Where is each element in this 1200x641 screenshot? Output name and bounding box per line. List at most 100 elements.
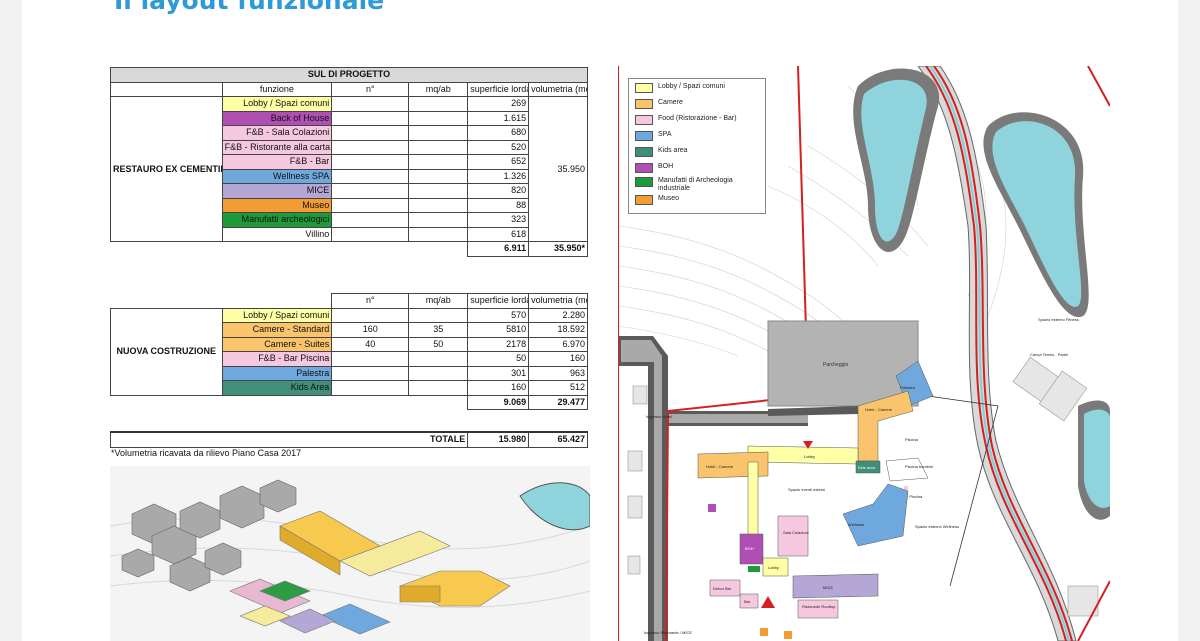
- funzione-cell: F&B - Sala Colazioni: [221, 125, 333, 141]
- n-cell: [331, 351, 410, 367]
- label-boh: BOH: [745, 546, 754, 551]
- funzione-cell: F&B - Bar: [221, 154, 333, 170]
- col-header: funzione: [221, 81, 333, 97]
- legend-label: Kids area: [658, 147, 688, 154]
- label-palestra: Palestra: [900, 385, 915, 390]
- map-legend: Lobby / Spazi comuni Camere Food (Ristoraz…: [628, 78, 766, 214]
- sup-cell: 88: [467, 197, 530, 213]
- col-header: mq/ab: [408, 81, 469, 97]
- funzione-cell: Back of House: [221, 110, 333, 126]
- legend-label: Lobby / Spazi comuni: [658, 83, 725, 90]
- label-spazio-eventi: Spazio eventi esterni: [788, 487, 825, 492]
- label-spazio-fitness: Spazio esterno Fitness: [1038, 317, 1079, 322]
- label-mice: MICE: [823, 585, 833, 590]
- isometric-render: [110, 466, 590, 641]
- funzione-cell: Camere - Standard: [221, 322, 333, 338]
- vol-cell: 6.970: [528, 336, 588, 352]
- group-label: NUOVA COSTRUZIONE: [110, 307, 223, 396]
- label-parcheggio: Parcheggio: [823, 362, 849, 368]
- legend-item: BOH: [635, 163, 758, 173]
- sup-cell: 301: [467, 365, 530, 381]
- n-cell: [331, 365, 410, 381]
- label-piscina-bambini: Piscina bambini: [905, 464, 933, 469]
- sup-cell: 820: [467, 183, 530, 199]
- legend-label: BOH: [658, 163, 674, 170]
- totale-table: TOTALE 15.980 65.427: [109, 431, 588, 448]
- legend-swatch: [635, 163, 653, 173]
- label-hotel-camere-left: Hotel - Camere: [706, 464, 734, 469]
- sup-cell: 1.326: [467, 168, 530, 184]
- label-lobby2: Lobby: [768, 565, 779, 570]
- sup-cell: 570: [467, 307, 530, 323]
- n-cell: [331, 380, 410, 396]
- label-piscina: Piscina: [905, 437, 919, 442]
- vol-cell: 2.280: [528, 307, 588, 323]
- legend-swatch: [635, 131, 653, 141]
- funzione-cell: Manufatti archeologici: [221, 212, 333, 228]
- col-header: n°: [331, 293, 410, 309]
- legend-item: Camere: [635, 99, 758, 109]
- totale-sup: 15.980: [467, 431, 530, 448]
- legend-swatch: [635, 147, 653, 157]
- nuova-costruzione-table: n° mq/ab superficie lorda (mq) volumetri…: [110, 293, 588, 410]
- vol-cell: 512: [528, 380, 588, 396]
- totale-label: TOTALE: [109, 431, 469, 448]
- sup-cell: 5810: [467, 322, 530, 338]
- totale-vol: 65.427: [528, 431, 588, 448]
- label-wellness: Wellness: [848, 522, 864, 527]
- sup-cell: 520: [467, 139, 530, 155]
- legend-label: Camere: [658, 99, 683, 106]
- table-row: RESTAURO EX CEMENTIFICIOLobby / Spazi co…: [110, 96, 588, 242]
- sup-cell: 618: [467, 226, 530, 242]
- funzione-cell: Palestra: [221, 365, 333, 381]
- mqab-cell: 35: [408, 322, 469, 338]
- col-header: volumetria (mc): [528, 81, 588, 97]
- document-page: Il layout funzionale SUL DI PROGETTO fun…: [22, 0, 1178, 641]
- mqab-cell: [408, 380, 469, 396]
- legend-item: SPA: [635, 131, 758, 141]
- col-header: superficie lorda (mq): [467, 81, 530, 97]
- legend-swatch: [635, 115, 653, 125]
- legend-label: Manufatti di Archeologia industriale: [658, 177, 733, 192]
- sup-cell: 1.615: [467, 110, 530, 126]
- sup-cell: 160: [467, 380, 530, 396]
- legend-item: Lobby / Spazi comuni: [635, 83, 758, 93]
- page-title: Il layout funzionale: [114, 0, 385, 15]
- total-sup: 6.911: [467, 241, 530, 257]
- label-lobby: Lobby: [804, 454, 815, 459]
- col-header: superficie lorda (mq): [467, 293, 530, 309]
- sup-cell: 269: [467, 96, 530, 112]
- legend-item: Manufatti di Archeologia industriale: [635, 177, 758, 193]
- sup-cell: 2178: [467, 336, 530, 352]
- n-cell: 160: [331, 322, 410, 338]
- label-bar: Bar: [744, 599, 751, 604]
- funzione-cell: MICE: [221, 183, 333, 199]
- mqab-cell: [408, 365, 469, 381]
- label-ingresso-ristorante: Ingresso Ristorante / MICE: [644, 630, 692, 635]
- funzione-cell: Lobby / Spazi comuni: [221, 307, 333, 323]
- group-label: RESTAURO EX CEMENTIFICIO: [110, 96, 223, 242]
- mqab-cell: 50: [408, 336, 469, 352]
- sup-cell: 50: [467, 351, 530, 367]
- legend-item: Food (Ristorazione - Bar): [635, 115, 758, 125]
- label-kids-area: Kids area: [858, 465, 876, 470]
- footnote: *Volumetria ricavata da rilievo Piano Ca…: [111, 448, 302, 458]
- total-vol: 35.950*: [528, 241, 588, 257]
- legend-swatch: [635, 83, 653, 93]
- legend-swatch: [635, 99, 653, 109]
- label-sala-colazioni: Sala Colazioni: [783, 530, 809, 535]
- total-vol: 29.477: [528, 394, 588, 410]
- legend-label: Food (Ristorazione - Bar): [658, 115, 737, 122]
- funzione-cell: F&B - Bar Piscina: [221, 351, 333, 367]
- volume-cell: 35.950: [528, 96, 588, 242]
- vol-cell: 160: [528, 351, 588, 367]
- vol-cell: 18.592: [528, 322, 588, 338]
- funzione-cell: Museo: [221, 197, 333, 213]
- label-hotel-camere-right: Hotel - Camere: [865, 407, 893, 412]
- legend-label: Museo: [658, 195, 680, 202]
- label-ingresso-hotel: Ingresso Hotel: [646, 414, 672, 419]
- sup-cell: 652: [467, 154, 530, 170]
- funzione-cell: Wellness SPA: [221, 168, 333, 184]
- col-header: volumetria (mc) h=3.2: [528, 293, 588, 309]
- col-header: n°: [331, 81, 410, 97]
